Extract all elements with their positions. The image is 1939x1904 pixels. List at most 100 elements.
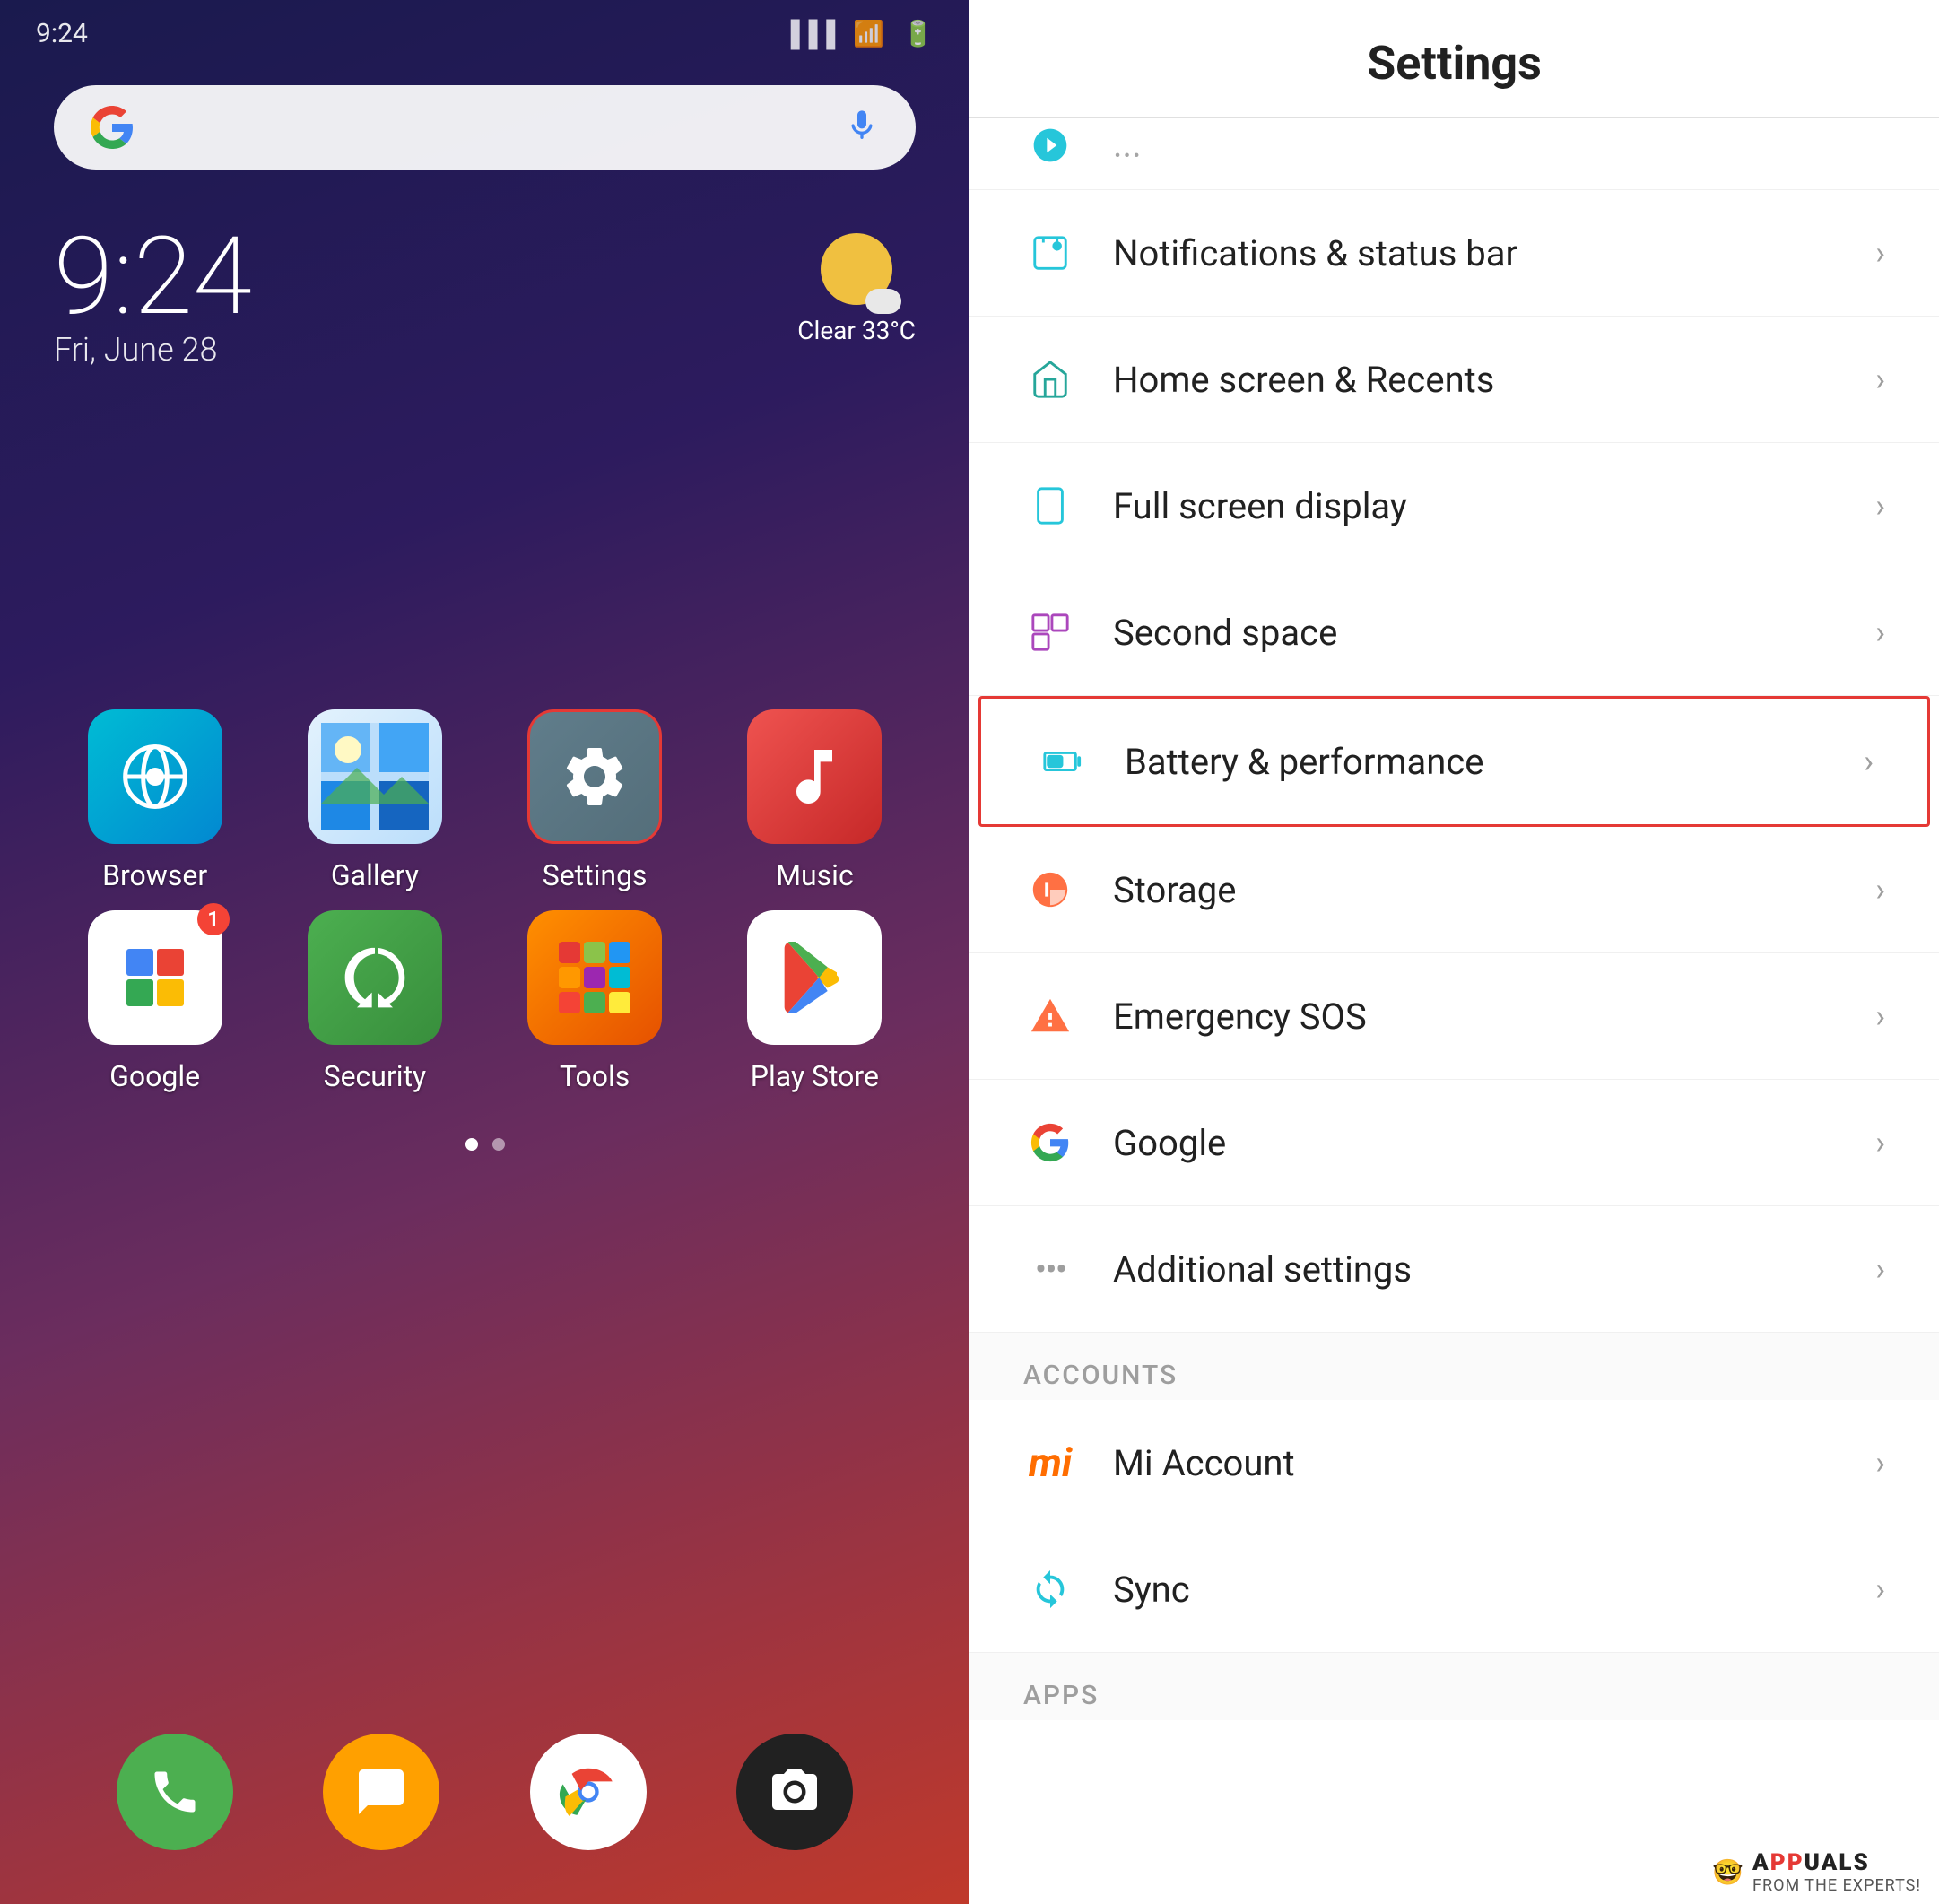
apps-section-header: APPS xyxy=(970,1653,1939,1720)
page-indicator xyxy=(0,1138,970,1151)
dock-messages[interactable] xyxy=(323,1734,439,1850)
settings-item-battery[interactable]: Battery & performance › xyxy=(978,696,1930,827)
weather-widget: Clear 33°C xyxy=(797,233,916,345)
settings-item-emergencysos[interactable]: Emergency SOS › xyxy=(970,953,1939,1080)
sync-icon xyxy=(1023,1562,1077,1616)
settings-icon xyxy=(527,709,662,844)
settings-item-google[interactable]: Google › xyxy=(970,1080,1939,1206)
settings-label: Settings xyxy=(543,858,648,892)
battery-icon: 🔋 xyxy=(902,19,934,48)
settings-item-fullscreen[interactable]: Full screen display › xyxy=(970,443,1939,569)
playstore-icon xyxy=(747,910,882,1045)
settings-item-storage[interactable]: Storage › xyxy=(970,827,1939,953)
camera-icon xyxy=(736,1734,853,1850)
browser-icon xyxy=(88,709,222,844)
clock-date: Fri, June 28 xyxy=(54,331,916,369)
emergencysos-icon xyxy=(1023,989,1077,1043)
settings-item-sync[interactable]: Sync › xyxy=(970,1526,1939,1653)
gallery-icon xyxy=(308,709,442,844)
fullscreen-text: Full screen display xyxy=(1113,485,1875,527)
battery-chevron: › xyxy=(1864,743,1874,780)
additionalsettings-text: Additional settings xyxy=(1113,1248,1875,1291)
settings-item-additionalsettings[interactable]: ••• Additional settings › xyxy=(970,1206,1939,1333)
mic-icon[interactable] xyxy=(844,108,880,147)
settings-list: ... Notifications & status bar › xyxy=(970,118,1939,1904)
app-item-tools[interactable]: Tools xyxy=(494,910,696,1093)
battery-perf-icon xyxy=(1035,735,1089,788)
app-item-google[interactable]: 1 Google xyxy=(54,910,256,1093)
homescreen-chevron: › xyxy=(1875,361,1885,398)
dock-chrome[interactable] xyxy=(530,1734,647,1850)
google-grid-icon xyxy=(119,942,191,1013)
weather-sun-icon xyxy=(821,233,892,305)
dock-camera[interactable] xyxy=(736,1734,853,1850)
app-item-playstore[interactable]: Play Store xyxy=(714,910,916,1093)
miaccount-icon: mi xyxy=(1023,1436,1077,1490)
sync-text: Sync xyxy=(1113,1569,1875,1611)
app-item-music[interactable]: Music xyxy=(714,709,916,892)
storage-icon xyxy=(1023,863,1077,917)
bottom-dock xyxy=(0,1734,970,1850)
settings-item-miaccount[interactable]: mi Mi Account › xyxy=(970,1400,1939,1526)
miaccount-text: Mi Account xyxy=(1113,1442,1875,1484)
app-item-settings[interactable]: Settings xyxy=(494,709,696,892)
home-screen: 9:24 ▐▐▐ 📶 🔋 9:24 Fri, June 28 xyxy=(0,0,970,1904)
phone-icon xyxy=(117,1734,233,1850)
settings-item-homescreen[interactable]: Home screen & Recents › xyxy=(970,317,1939,443)
gallery-label: Gallery xyxy=(331,858,419,892)
wifi-icon: 📶 xyxy=(853,19,884,48)
dot-2 xyxy=(492,1138,505,1151)
secondspace-icon xyxy=(1023,605,1077,659)
watermark: 🤓 APPUALS FROM THE EXPERTS! xyxy=(1694,1840,1939,1904)
google-settings-icon xyxy=(1023,1116,1077,1169)
clock-time: 9:24 xyxy=(54,223,916,331)
tools-grid-icon xyxy=(550,933,639,1022)
tools-label: Tools xyxy=(560,1059,630,1093)
google-settings-text: Google xyxy=(1113,1122,1875,1164)
security-label: Security xyxy=(324,1059,427,1093)
search-bar[interactable] xyxy=(54,85,916,170)
homescreen-icon xyxy=(1023,352,1077,406)
storage-chevron: › xyxy=(1875,871,1885,909)
storage-text: Storage xyxy=(1113,869,1875,911)
additionalsettings-icon: ••• xyxy=(1023,1242,1077,1296)
secondspace-text: Second space xyxy=(1113,612,1875,654)
app-item-browser[interactable]: Browser xyxy=(54,709,256,892)
notifications-icon xyxy=(1023,226,1077,280)
fullscreen-chevron: › xyxy=(1875,487,1885,525)
partial-icon xyxy=(1023,118,1077,172)
weather-cloud-icon xyxy=(865,289,901,314)
battery-text: Battery & performance xyxy=(1125,741,1864,783)
dock-phone[interactable] xyxy=(117,1734,233,1850)
status-bar: 9:24 ▐▐▐ 📶 🔋 xyxy=(0,0,970,67)
google-label: Google xyxy=(109,1059,200,1093)
google-app-icon: 1 xyxy=(88,910,222,1045)
music-icon xyxy=(747,709,882,844)
settings-panel: Settings ... Notifications & status xyxy=(970,0,1939,1904)
app-grid: Browser Gallery xyxy=(0,656,970,1120)
secondspace-chevron: › xyxy=(1875,613,1885,651)
settings-item-notifications[interactable]: Notifications & status bar › xyxy=(970,190,1939,317)
browser-label: Browser xyxy=(102,858,207,892)
app-item-security[interactable]: Security xyxy=(274,910,475,1093)
settings-title: Settings xyxy=(1367,36,1542,91)
playstore-label: Play Store xyxy=(751,1059,879,1093)
dot-1 xyxy=(465,1138,478,1151)
emergencysos-chevron: › xyxy=(1875,997,1885,1035)
chrome-icon xyxy=(530,1734,647,1850)
signal-icon: ▐▐▐ xyxy=(782,19,836,48)
settings-header: Settings xyxy=(970,0,1939,118)
messages-icon xyxy=(323,1734,439,1850)
additionalsettings-chevron: › xyxy=(1875,1250,1885,1288)
tools-icon xyxy=(527,910,662,1045)
music-label: Music xyxy=(776,858,854,892)
google-settings-chevron: › xyxy=(1875,1124,1885,1161)
weather-text: Clear 33°C xyxy=(797,316,916,345)
settings-item-secondspace[interactable]: Second space › xyxy=(970,569,1939,696)
notifications-chevron: › xyxy=(1875,234,1885,272)
accounts-section-header: ACCOUNTS xyxy=(970,1333,1939,1400)
app-item-gallery[interactable]: Gallery xyxy=(274,709,475,892)
settings-item-partial[interactable]: ... xyxy=(970,118,1939,190)
google-logo xyxy=(90,105,135,150)
security-icon xyxy=(308,910,442,1045)
